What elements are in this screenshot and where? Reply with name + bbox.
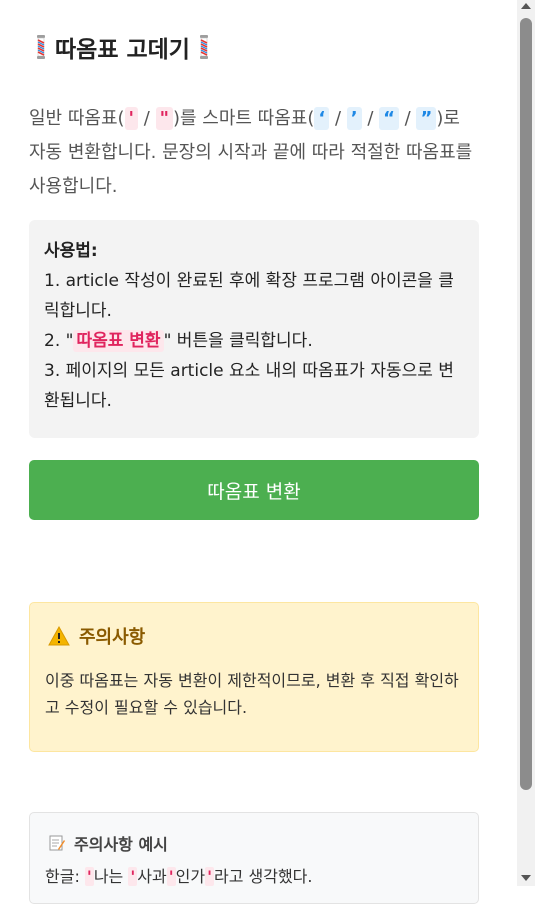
usage-heading: 사용법: — [44, 241, 98, 261]
example-word: 나는 — [93, 867, 129, 886]
intro-text: 일반 따옴표( — [29, 108, 125, 129]
warning-box: 주의사항 이중 따옴표는 자동 변환이 제한적이므로, 변환 후 직접 확인하고… — [29, 602, 479, 752]
example-title: 주의사항 예시 — [74, 835, 168, 854]
example-header: 주의사항 예시 — [48, 831, 168, 855]
smart-quote-sample: ’ — [346, 107, 362, 130]
example-label: 한글: — [45, 867, 85, 886]
quote-mark: ' — [84, 867, 94, 886]
memo-icon — [49, 835, 65, 851]
smart-quote-sample: ‘ — [314, 107, 330, 130]
vertical-scrollbar[interactable] — [517, 0, 535, 886]
usage-box: 사용법: 1. article 작성이 완료된 후에 확장 프로그램 아이콘을 … — [29, 220, 479, 438]
usage-step-2: 2. " 따옴표 변환 " 버튼을 클릭합니다. — [44, 326, 464, 356]
usage-step-1: 1. article 작성이 완료된 후에 확장 프로그램 아이콘을 클릭합니다… — [44, 271, 454, 321]
separator: / — [138, 108, 156, 129]
title-text: 따옴표 고데기 — [55, 37, 190, 63]
page-title: 따옴표 고데기 — [35, 30, 210, 64]
step-text: 2. " — [44, 331, 74, 351]
button-name-highlight: 따옴표 변환 — [73, 330, 164, 352]
quote-mark: ' — [166, 867, 176, 886]
barber-pole-icon — [199, 35, 208, 59]
warning-header: 주의사항 — [48, 623, 145, 649]
smart-quote-sample: ” — [416, 107, 437, 130]
quote-sample: " — [155, 107, 173, 130]
quote-mark: ' — [128, 867, 138, 886]
quote-mark: ' — [205, 867, 214, 886]
warning-icon — [48, 626, 70, 646]
scroll-down-arrow-icon[interactable] — [517, 872, 535, 886]
intro-text: )를 스마트 따옴표( — [172, 108, 315, 129]
usage-step-3: 3. 페이지의 모든 article 요소 내의 따옴표가 자동으로 변환됩니다… — [44, 361, 454, 411]
example-word: 사과 — [137, 867, 167, 886]
barber-pole-icon — [37, 35, 45, 59]
separator: / — [361, 108, 380, 129]
smart-quote-sample: “ — [379, 107, 399, 130]
separator: / — [398, 108, 417, 129]
intro-description: 일반 따옴표(' / ")를 스마트 따옴표(‘ / ’ / “ / ”)로 자… — [29, 102, 479, 204]
scroll-up-arrow-icon[interactable] — [517, 0, 535, 14]
example-word: 라고 생각했다. — [213, 867, 313, 886]
quote-sample: ' — [124, 107, 139, 130]
convert-quotes-button[interactable]: 따옴표 변환 — [29, 460, 479, 520]
separator: / — [329, 108, 347, 129]
example-text: 한글: ' 나는 ' 사과 ' 인가 ' 라고 생각했다. — [45, 863, 312, 887]
step-text: " 버튼을 클릭합니다. — [163, 331, 313, 351]
scrollbar-thumb[interactable] — [520, 18, 532, 790]
example-box: 주의사항 예시 한글: ' 나는 ' 사과 ' 인가 ' 라고 생각했다. — [29, 812, 479, 904]
warning-text: 이중 따옴표는 자동 변환이 제한적이므로, 변환 후 직접 확인하고 수정이 … — [45, 671, 459, 717]
example-word: 인가 — [175, 867, 206, 886]
warning-title: 주의사항 — [79, 627, 146, 648]
